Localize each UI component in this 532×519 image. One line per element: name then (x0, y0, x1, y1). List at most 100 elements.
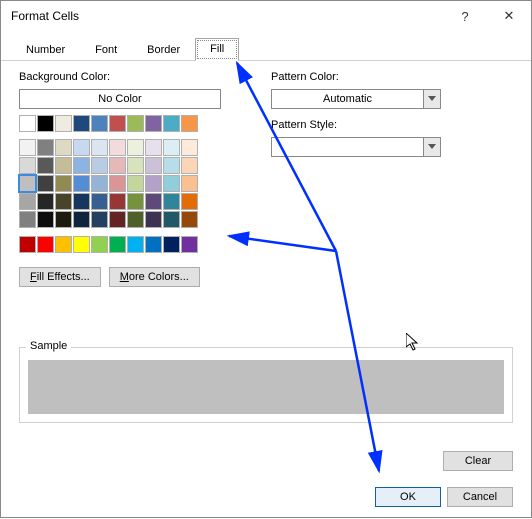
color-swatch[interactable] (91, 211, 108, 228)
color-swatch[interactable] (127, 193, 144, 210)
color-swatch[interactable] (91, 115, 108, 132)
content-area: Background Color: No Color Fill Effects.… (1, 61, 531, 423)
color-swatch[interactable] (127, 211, 144, 228)
color-swatch[interactable] (37, 157, 54, 174)
pattern-style-label: Pattern Style: (271, 119, 513, 131)
pattern-color-combo[interactable]: Automatic (271, 89, 441, 109)
color-swatch[interactable] (91, 157, 108, 174)
color-swatch[interactable] (37, 236, 54, 253)
color-swatch[interactable] (37, 211, 54, 228)
sample-label: Sample (26, 340, 71, 352)
color-swatch[interactable] (55, 157, 72, 174)
color-swatch[interactable] (19, 115, 36, 132)
color-swatch[interactable] (55, 236, 72, 253)
help-button[interactable]: ? (443, 1, 487, 31)
color-swatch[interactable] (145, 236, 162, 253)
color-swatch[interactable] (19, 175, 36, 192)
color-swatch[interactable] (19, 236, 36, 253)
color-swatch[interactable] (91, 193, 108, 210)
color-swatch[interactable] (109, 175, 126, 192)
color-swatch[interactable] (109, 157, 126, 174)
color-swatch[interactable] (73, 157, 90, 174)
color-swatch[interactable] (109, 193, 126, 210)
chevron-down-icon[interactable] (423, 137, 441, 157)
color-swatch[interactable] (19, 139, 36, 156)
fill-effects-button[interactable]: Fill Effects... (19, 267, 101, 287)
close-button[interactable]: ✕ (487, 1, 531, 31)
color-swatch[interactable] (37, 193, 54, 210)
more-colors-button[interactable]: More Colors... (109, 267, 200, 287)
tab-font[interactable]: Font (80, 39, 132, 61)
theme-color-palette (19, 115, 237, 228)
sample-preview (28, 360, 504, 414)
pattern-style-combo[interactable] (271, 137, 441, 157)
color-swatch[interactable] (127, 115, 144, 132)
color-swatch[interactable] (109, 139, 126, 156)
color-swatch[interactable] (55, 175, 72, 192)
tab-number[interactable]: Number (11, 39, 80, 61)
color-swatch[interactable] (73, 193, 90, 210)
color-swatch[interactable] (109, 115, 126, 132)
tab-border[interactable]: Border (132, 39, 195, 61)
color-swatch[interactable] (163, 157, 180, 174)
color-swatch[interactable] (163, 175, 180, 192)
standard-color-palette (19, 236, 237, 253)
pattern-style-value (271, 137, 423, 157)
dialog-footer: OK Cancel (375, 487, 513, 507)
color-swatch[interactable] (163, 115, 180, 132)
color-swatch[interactable] (19, 211, 36, 228)
color-swatch[interactable] (181, 236, 198, 253)
color-swatch[interactable] (91, 175, 108, 192)
color-swatch[interactable] (145, 175, 162, 192)
color-swatch[interactable] (37, 175, 54, 192)
color-swatch[interactable] (127, 157, 144, 174)
color-swatch[interactable] (73, 175, 90, 192)
color-swatch[interactable] (109, 236, 126, 253)
color-swatch[interactable] (55, 139, 72, 156)
color-swatch[interactable] (181, 157, 198, 174)
color-swatch[interactable] (181, 115, 198, 132)
ok-button[interactable]: OK (375, 487, 441, 507)
cancel-button[interactable]: Cancel (447, 487, 513, 507)
color-swatch[interactable] (19, 157, 36, 174)
tab-fill[interactable]: Fill (195, 38, 239, 61)
color-swatch[interactable] (145, 193, 162, 210)
color-swatch[interactable] (181, 193, 198, 210)
title-bar: Format Cells ? ✕ (1, 1, 531, 31)
color-swatch[interactable] (145, 211, 162, 228)
color-swatch[interactable] (163, 139, 180, 156)
color-swatch[interactable] (163, 211, 180, 228)
color-swatch[interactable] (55, 193, 72, 210)
color-swatch[interactable] (181, 139, 198, 156)
color-swatch[interactable] (145, 139, 162, 156)
color-swatch[interactable] (73, 211, 90, 228)
color-swatch[interactable] (181, 211, 198, 228)
dialog-title: Format Cells (11, 9, 443, 23)
color-swatch[interactable] (91, 139, 108, 156)
color-swatch[interactable] (145, 115, 162, 132)
color-swatch[interactable] (73, 139, 90, 156)
no-color-button[interactable]: No Color (19, 89, 221, 109)
format-cells-dialog: Format Cells ? ✕ Number Font Border Fill… (0, 0, 532, 518)
color-swatch[interactable] (109, 211, 126, 228)
color-swatch[interactable] (127, 139, 144, 156)
sample-group: Sample (19, 347, 513, 423)
color-swatch[interactable] (55, 115, 72, 132)
color-swatch[interactable] (127, 175, 144, 192)
color-swatch[interactable] (163, 193, 180, 210)
color-swatch[interactable] (127, 236, 144, 253)
chevron-down-icon[interactable] (423, 89, 441, 109)
pattern-color-value: Automatic (271, 89, 423, 109)
color-swatch[interactable] (181, 175, 198, 192)
color-swatch[interactable] (91, 236, 108, 253)
color-swatch[interactable] (37, 115, 54, 132)
color-swatch[interactable] (73, 115, 90, 132)
color-swatch[interactable] (55, 211, 72, 228)
color-swatch[interactable] (73, 236, 90, 253)
clear-button[interactable]: Clear (443, 451, 513, 471)
color-swatch[interactable] (19, 193, 36, 210)
color-swatch[interactable] (163, 236, 180, 253)
color-swatch[interactable] (37, 139, 54, 156)
color-swatch[interactable] (145, 157, 162, 174)
cursor-icon (406, 333, 422, 356)
